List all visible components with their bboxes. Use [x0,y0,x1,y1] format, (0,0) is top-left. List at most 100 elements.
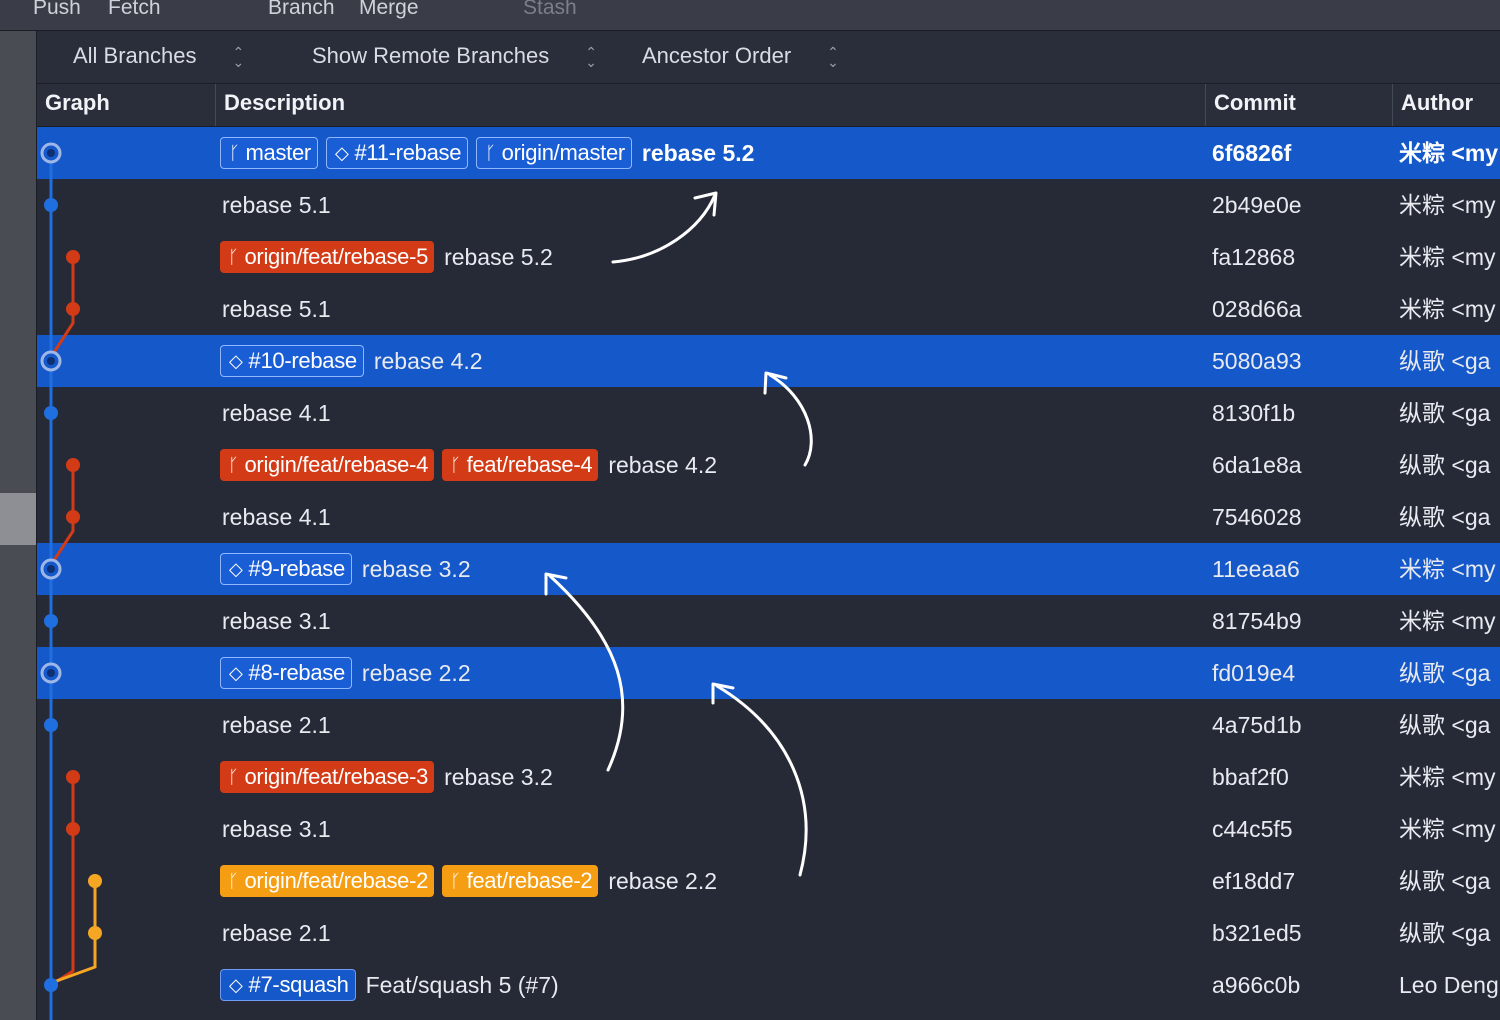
commit-row[interactable]: ◇ #9-rebase rebase 3.2 11eeaa6 米粽 <my [37,543,1500,595]
commit-author: 纵歌 <ga [1399,348,1491,374]
commit-author: 米粽 <my [1399,192,1496,218]
commit-row[interactable]: ᚴ origin/feat/rebase-4 ᚴ feat/rebase-4 rebas… [37,439,1500,491]
tag-badge[interactable]: ◇ #11-rebase [325,137,469,169]
branch-button[interactable]: Branch [268,0,335,20]
commit-author: 纵歌 <ga [1399,920,1491,946]
commit-node[interactable] [66,458,80,472]
commit-message: rebase 5.1 [222,295,331,322]
column-description[interactable]: Description [215,84,1205,126]
badge-label: #7-squash [248,972,349,997]
commit-description: ᚴ origin/feat/rebase-2 ᚴ feat/rebase-2 rebas… [220,855,717,907]
branch-icon: ᚴ [450,870,461,891]
commit-node[interactable] [66,302,80,316]
commit-author: 米粽 <my [1399,140,1499,166]
fetch-button[interactable]: Fetch [108,0,161,20]
commit-node[interactable] [44,978,58,992]
commit-row[interactable]: rebase 3.1 81754b9 米粽 <my [37,595,1500,647]
commit-row[interactable]: ᚴ origin/feat/rebase-2 ᚴ feat/rebase-2 rebas… [37,855,1500,907]
remote-branches-label: Show Remote Branches [312,43,550,68]
commit-row[interactable]: ◇ #10-rebase rebase 4.2 5080a93 纵歌 <ga [37,335,1500,387]
push-button[interactable]: Push [33,0,81,20]
commit-author: 米粽 <my [1399,608,1496,634]
remote-branches-select[interactable]: Show Remote Branches ⌃ ⌄ [312,43,597,69]
merge-button[interactable]: Merge [359,0,419,20]
commit-message: rebase 4.2 [373,347,483,374]
branch-badge[interactable]: ᚴ origin/feat/rebase-2 [220,865,435,897]
commit-node[interactable] [66,510,80,524]
main-toolbar: Push Fetch Branch Merge Stash [0,0,1500,31]
commit-node[interactable] [44,198,58,212]
column-author[interactable]: Author [1392,84,1500,126]
order-label: Ancestor Order [642,43,792,68]
branch-badge[interactable]: ᚴ origin/feat/rebase-5 [220,241,435,273]
commit-row[interactable]: rebase 4.1 8130f1b 纵歌 <ga [37,387,1500,439]
commit-hash: a966c0b [1212,972,1301,998]
tag-badge[interactable]: ◇ #10-rebase [220,345,364,377]
badge-label: feat/rebase-2 [466,868,593,893]
commit-row[interactable]: rebase 3.1 c44c5f5 米粽 <my [37,803,1500,855]
commit-node-core [47,565,55,573]
branch-badge[interactable]: ᚴ master [220,137,318,169]
tag-badge[interactable]: ◇ #8-rebase [220,657,352,689]
commit-description: ◇ #7-squash Feat/squash 5 (#7) [220,959,559,1011]
tag-badge[interactable]: ◇ #7-squash [220,969,356,1001]
badge-label: origin/master [501,140,626,165]
commit-row[interactable]: ᚴ origin/feat/rebase-3 rebase 3.2 bbaf2f0 米粽… [37,751,1500,803]
commit-message: rebase 3.2 [444,763,553,790]
column-commit[interactable]: Commit [1205,84,1392,126]
badge-label: #11-rebase [354,140,462,165]
branch-badge[interactable]: ᚴ origin/master [476,137,632,169]
tag-icon: ◇ [229,974,243,995]
commit-row[interactable]: ◇ #8-rebase rebase 2.2 fd019e4 纵歌 <ga [37,647,1500,699]
badge-label: origin/feat/rebase-5 [244,244,429,269]
commit-description: ◇ #8-rebase rebase 2.2 [220,647,471,699]
commit-row[interactable]: ◇ #7-squash Feat/squash 5 (#7) a966c0b Leo D… [37,959,1500,1011]
commit-node[interactable] [44,718,58,732]
commit-row[interactable]: rebase 5.1 028d66a 米粽 <my [37,283,1500,335]
tag-badge[interactable]: ◇ #9-rebase [220,553,352,585]
commit-node[interactable] [66,822,80,836]
column-header: Graph Description Commit Author [37,84,1500,127]
commit-row[interactable]: rebase 4.1 7546028 纵歌 <ga [37,491,1500,543]
commit-hash: 5080a93 [1212,348,1302,374]
commit-row[interactable]: rebase 5.1 2b49e0e 米粽 <my [37,179,1500,231]
commit-author: 纵歌 <ga [1399,712,1491,738]
order-select[interactable]: Ancestor Order ⌃ ⌄ [642,43,839,69]
commit-node-core [47,669,55,677]
commit-node[interactable] [88,874,102,888]
badge-label: #8-rebase [248,660,346,685]
sidebar-selected-item[interactable] [0,493,36,545]
stash-button[interactable]: Stash [523,0,577,20]
branch-icon: ᚴ [228,870,239,891]
commit-message: rebase 2.2 [608,867,718,894]
commit-node[interactable] [44,406,58,420]
commit-author: 米粽 <my [1399,244,1496,270]
commit-row[interactable]: rebase 2.1 b321ed5 纵歌 <ga [37,907,1500,959]
branch-icon: ᚴ [228,454,239,475]
commit-hash: 81754b9 [1212,608,1302,634]
commit-node[interactable] [66,770,80,784]
branch-badge[interactable]: ᚴ feat/rebase-2 [442,865,599,897]
badge-label: #10-rebase [248,348,358,373]
commit-message: rebase 5.2 [641,139,755,166]
commit-row[interactable]: ᚴ master ◇ #11-rebase ᚴ origin/master rebase 5… [37,127,1500,179]
branch-badge[interactable]: ᚴ origin/feat/rebase-3 [220,761,435,793]
commit-row[interactable]: ᚴ origin/feat/rebase-5 rebase 5.2 fa12868 米粽… [37,231,1500,283]
column-graph[interactable]: Graph [37,84,215,126]
commit-node[interactable] [88,926,102,940]
branch-badge[interactable]: ᚴ origin/feat/rebase-4 [220,449,435,481]
commit-description: rebase 2.1 [220,699,331,751]
commit-description: rebase 3.1 [220,803,331,855]
branch-badge[interactable]: ᚴ feat/rebase-4 [442,449,599,481]
commit-author: 米粽 <my [1399,296,1496,322]
branch-filter-select[interactable]: All Branches ⌃ ⌄ [73,43,244,69]
tag-icon: ◇ [229,350,243,371]
commit-author: 米粽 <my [1399,816,1496,842]
commit-hash: b321ed5 [1212,920,1302,946]
commit-description: ◇ #9-rebase rebase 3.2 [220,543,471,595]
badge-label: origin/feat/rebase-2 [244,868,429,893]
commit-row[interactable]: rebase 2.1 4a75d1b 纵歌 <ga [37,699,1500,751]
commit-node[interactable] [44,614,58,628]
badge-label: #9-rebase [248,556,346,581]
commit-node[interactable] [66,250,80,264]
